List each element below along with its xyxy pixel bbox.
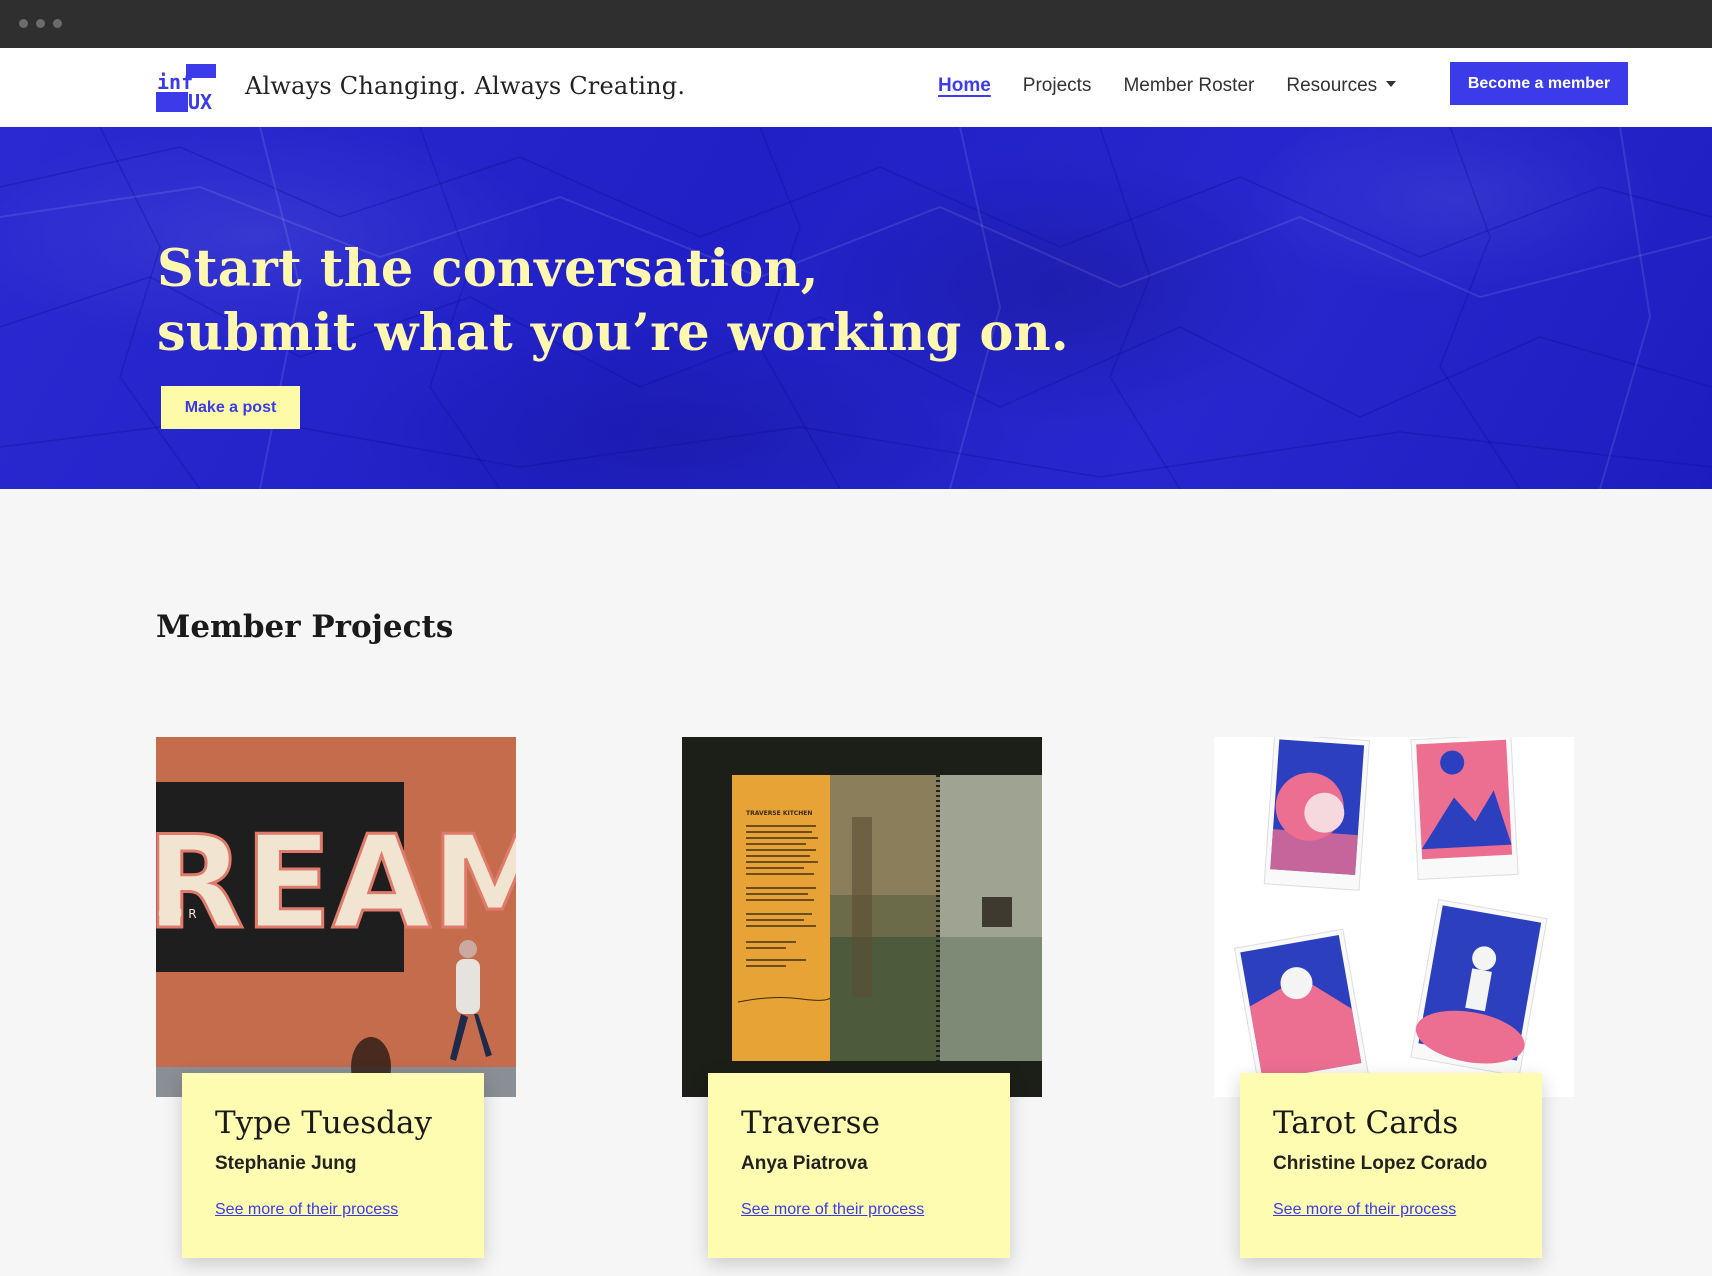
project-author: Anya Piatrova — [741, 1153, 868, 1174]
see-process-link[interactable]: See more of their process — [215, 1201, 398, 1219]
project-image-tarot-cards[interactable] — [1214, 737, 1574, 1097]
booklet-heading: TRAVERSE KITCHEN — [746, 810, 812, 817]
hero-heading-line1: Start the conversation, — [157, 239, 819, 299]
site-header: inf UX Always Changing. Always Creating.… — [0, 48, 1712, 127]
project-title: Traverse — [741, 1105, 880, 1141]
browser-titlebar — [0, 0, 1712, 48]
infux-logo[interactable]: inf UX — [156, 62, 216, 112]
hero-heading: Start the conversation, submit what you’… — [157, 237, 1069, 365]
minimize-window-icon[interactable] — [36, 19, 45, 28]
nav-resources-label: Resources — [1286, 75, 1378, 96]
project-title: Type Tuesday — [215, 1105, 432, 1141]
project-card-traverse[interactable]: TRAVERSE KITCHEN Traverse Anya Piatrova — [682, 737, 1042, 1258]
main-nav: Home Projects Member Roster Resources — [938, 75, 1428, 97]
project-author: Christine Lopez Corado — [1273, 1153, 1488, 1174]
see-process-link[interactable]: See more of their process — [741, 1201, 924, 1219]
project-image-traverse[interactable]: TRAVERSE KITCHEN — [682, 737, 1042, 1097]
project-card-type-tuesday[interactable]: REAMS OUR Type Tuesday Stephanie Jung Se… — [156, 737, 516, 1258]
mural-letters: REAMS — [156, 809, 516, 958]
project-info-card: Tarot Cards Christine Lopez Corado See m… — [1240, 1073, 1542, 1258]
become-member-button[interactable]: Become a member — [1450, 62, 1628, 105]
make-post-button[interactable]: Make a post — [161, 386, 300, 429]
nav-resources[interactable]: Resources — [1286, 75, 1397, 97]
svg-text:UX: UX — [188, 90, 212, 112]
hero-heading-line2: submit what you’re working on. — [157, 303, 1069, 363]
nav-projects[interactable]: Projects — [1023, 75, 1092, 97]
caret-down-icon — [1386, 80, 1397, 87]
project-info-card: Traverse Anya Piatrova See more of their… — [708, 1073, 1010, 1258]
hero-banner: Start the conversation, submit what you’… — [0, 127, 1712, 489]
nav-home[interactable]: Home — [938, 75, 991, 97]
mural-small-text: OUR — [158, 907, 203, 921]
nav-member-roster[interactable]: Member Roster — [1123, 75, 1254, 97]
project-author: Stephanie Jung — [215, 1153, 357, 1174]
member-projects-heading: Member Projects — [156, 609, 454, 645]
project-info-card: Type Tuesday Stephanie Jung See more of … — [182, 1073, 484, 1258]
maximize-window-icon[interactable] — [53, 19, 62, 28]
close-window-icon[interactable] — [19, 19, 28, 28]
site-tagline: Always Changing. Always Creating. — [245, 72, 686, 100]
project-title: Tarot Cards — [1273, 1105, 1459, 1141]
project-card-tarot-cards[interactable]: Tarot Cards Christine Lopez Corado See m… — [1214, 737, 1574, 1258]
project-image-type-tuesday[interactable]: REAMS OUR — [156, 737, 516, 1097]
window-controls — [19, 19, 62, 28]
see-process-link[interactable]: See more of their process — [1273, 1201, 1456, 1219]
